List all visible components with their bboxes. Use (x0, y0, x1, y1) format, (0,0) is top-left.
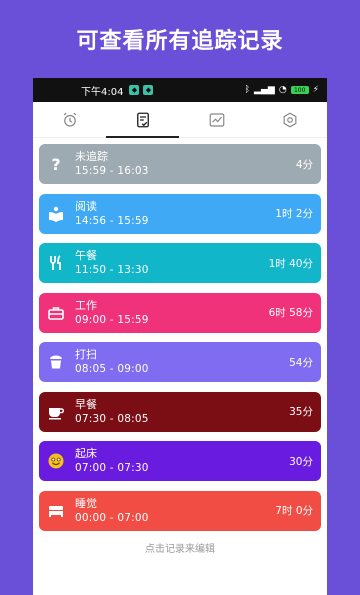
tab-records[interactable] (107, 102, 181, 137)
record-duration: 30分 (289, 455, 313, 468)
record-duration: 1时 40分 (268, 257, 313, 270)
record-time: 07:00 - 07:30 (75, 462, 149, 474)
alarm-clock-icon (63, 112, 77, 127)
record-duration: 35分 (289, 406, 313, 418)
record-time: 09:00 - 15:59 (75, 313, 149, 326)
charging-icon: ⚡ (312, 85, 319, 95)
record-name: 未追踪 (75, 150, 108, 163)
record-name: 工作 (75, 298, 97, 312)
tab-alarm[interactable] (33, 102, 107, 137)
trash-icon (48, 354, 64, 370)
record-time: 14:56 - 15:59 (75, 214, 149, 227)
record-duration: 54分 (289, 356, 313, 369)
svg-text:?: ? (51, 156, 60, 172)
record-name: 阅读 (75, 199, 97, 213)
smile-icon (48, 453, 64, 469)
chart-icon (209, 112, 225, 127)
signal-icon: ▂▄▆ (254, 85, 275, 95)
record-time: 11:50 - 13:30 (75, 264, 149, 276)
record-duration: 1时 2分 (275, 208, 313, 220)
record-card[interactable]: 早餐 07:30 - 08:05 35分 (39, 391, 321, 432)
record-card[interactable]: 午餐 11:50 - 13:30 1时 40分 (39, 243, 321, 283)
tab-stats[interactable] (180, 102, 254, 137)
record-name: 午餐 (75, 249, 97, 262)
fork-knife-icon (48, 255, 64, 271)
briefcase-icon (48, 305, 64, 321)
banner: 可查看所有追踪记录 (0, 0, 360, 78)
edit-hint: 点击记录来编辑 (145, 544, 215, 555)
coffee-icon (48, 404, 64, 420)
phone-screen: 下午4:04 ◆ ◆ ᛒ ▂▄▆ ◔ 100 ⚡ ? 未追踪 15:59 - 1… (33, 78, 327, 595)
book-icon (48, 206, 64, 222)
notification-icon: ◆ (129, 85, 140, 95)
record-time: 00:00 - 07:00 (75, 511, 149, 524)
record-list: ? 未追踪 15:59 - 16:03 4分 阅读 14:56 - 15:59 … (33, 138, 327, 555)
record-card[interactable]: 睡觉 00:00 - 07:00 7时 0分 (39, 490, 321, 531)
battery-icon: 100 (290, 86, 309, 94)
record-time: 08:05 - 09:00 (75, 363, 149, 375)
record-time: 15:59 - 16:03 (75, 165, 149, 177)
record-duration: 7时 0分 (275, 505, 313, 517)
gear-icon (283, 112, 297, 127)
record-card[interactable]: 工作 09:00 - 15:59 6时 58分 (39, 292, 321, 333)
banner-title: 可查看所有追踪记录 (76, 29, 284, 54)
record-name: 打扫 (75, 348, 97, 361)
record-card[interactable]: 阅读 14:56 - 15:59 1时 2分 (39, 193, 321, 234)
record-card[interactable]: ? 未追踪 15:59 - 16:03 4分 (39, 144, 321, 184)
record-duration: 4分 (295, 158, 313, 171)
record-name: 早餐 (75, 397, 97, 411)
question-icon: ? (48, 156, 64, 172)
tab-settings[interactable] (254, 102, 328, 137)
status-time: 下午4:04 (81, 86, 124, 98)
notification-icon: ◆ (143, 85, 154, 95)
bed-icon (48, 503, 64, 519)
tab-active-indicator (106, 136, 179, 138)
status-bar: 下午4:04 ◆ ◆ ᛒ ▂▄▆ ◔ 100 ⚡ (33, 78, 327, 102)
wifi-icon: ◔ (278, 85, 287, 95)
bluetooth-icon: ᛒ (244, 85, 251, 95)
checklist-icon (137, 112, 150, 127)
tab-bar (33, 102, 327, 138)
record-duration: 6时 58分 (268, 307, 313, 319)
record-time: 07:30 - 08:05 (75, 412, 149, 425)
record-card[interactable]: 起床 07:00 - 07:30 30分 (39, 441, 321, 481)
status-indicators: ᛒ ▂▄▆ ◔ 100 ⚡ (245, 85, 319, 95)
record-name: 起床 (75, 447, 97, 460)
record-name: 睡觉 (75, 496, 97, 510)
record-card[interactable]: 打扫 08:05 - 09:00 54分 (39, 342, 321, 382)
